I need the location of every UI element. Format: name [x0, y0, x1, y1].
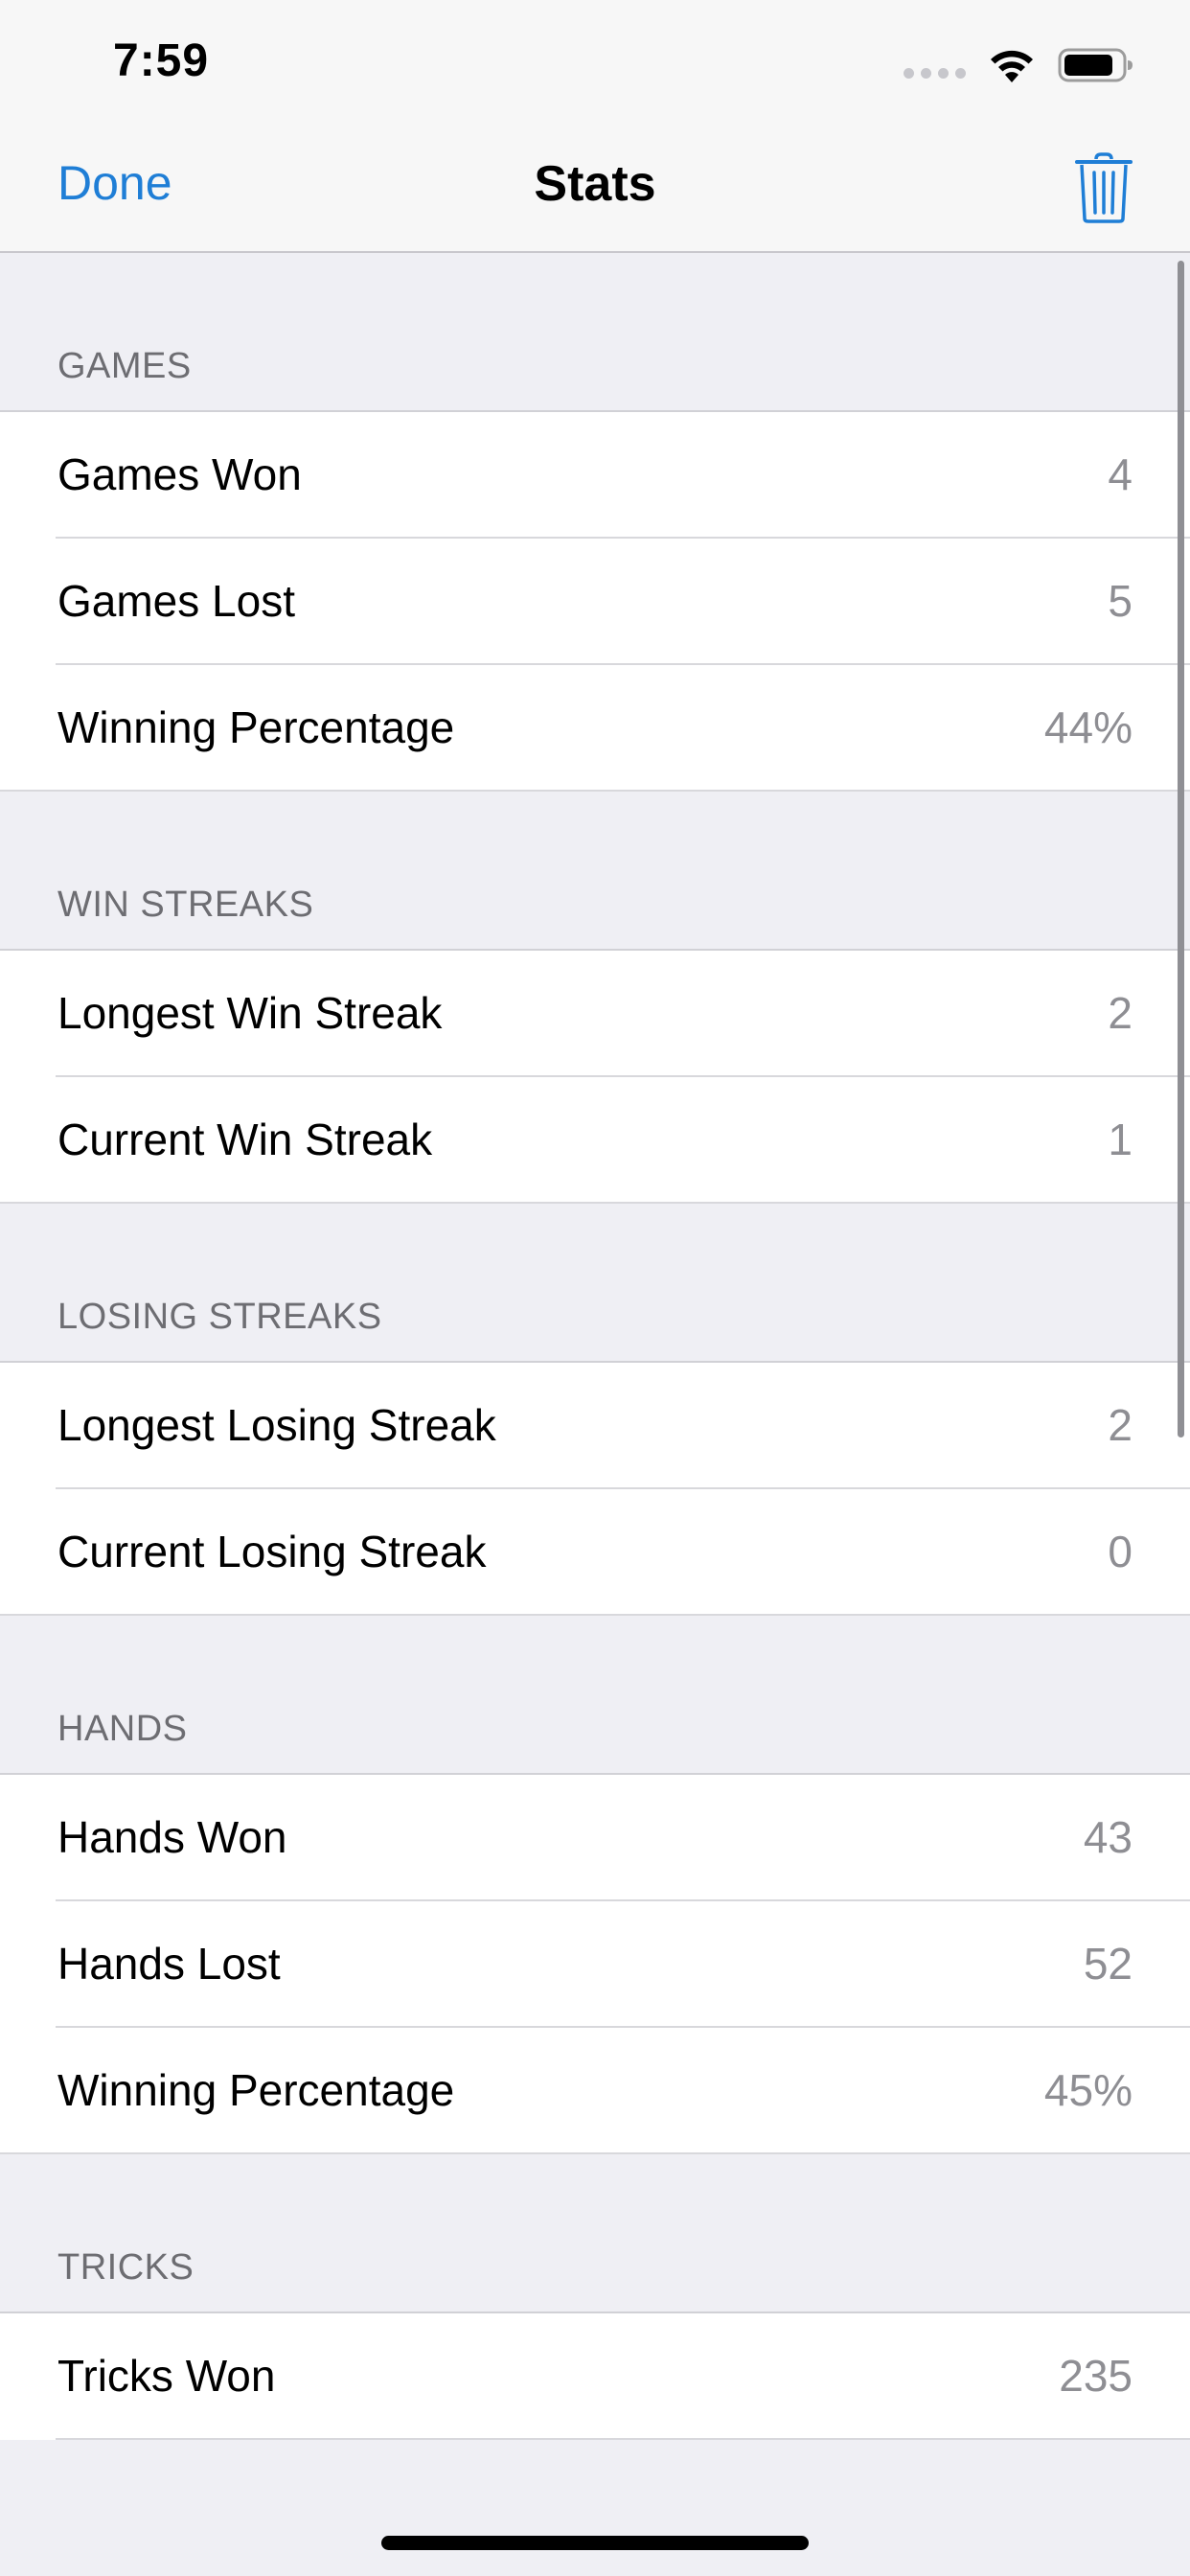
stat-row-tricks-won: Tricks Won 235: [0, 2313, 1190, 2440]
section-games: GAMES Games Won 4 Games Lost 5 Winning P…: [0, 253, 1190, 792]
stats-table[interactable]: GAMES Games Won 4 Games Lost 5 Winning P…: [0, 253, 1190, 2440]
section-header: TRICKS: [0, 2154, 1190, 2313]
section-header: WIN STREAKS: [0, 792, 1190, 951]
section-hands: HANDS Hands Won 43 Hands Lost 52 Winning…: [0, 1616, 1190, 2154]
stat-value: 43: [1083, 1812, 1133, 1862]
stat-title: Current Losing Streak: [57, 1527, 487, 1576]
stat-title: Current Win Streak: [57, 1115, 433, 1164]
section-header-label: GAMES: [57, 346, 192, 386]
stat-title: Tricks Won: [57, 2351, 276, 2401]
stat-row-current-losing-streak: Current Losing Streak 0: [0, 1489, 1190, 1616]
status-indicators: [904, 42, 1134, 88]
stat-value: 2: [1108, 1400, 1133, 1450]
stat-title: Longest Win Streak: [57, 988, 443, 1038]
section-header-label: HANDS: [57, 1709, 188, 1749]
section-header-label: LOSING STREAKS: [57, 1297, 382, 1337]
wifi-icon: [991, 50, 1033, 82]
navigation-bar: 7:59 Done Stats: [0, 0, 1190, 253]
stat-row-hands-lost: Hands Lost 52: [0, 1901, 1190, 2028]
section-header: HANDS: [0, 1616, 1190, 1775]
cellular-signal-icon: [904, 67, 966, 79]
stat-title: Games Won: [57, 449, 302, 499]
stat-row-longest-losing-streak: Longest Losing Streak 2: [0, 1363, 1190, 1489]
stat-value: 0: [1108, 1527, 1133, 1576]
stat-value: 4: [1108, 449, 1133, 499]
section-header: LOSING STREAKS: [0, 1204, 1190, 1363]
stat-title: Winning Percentage: [57, 2065, 455, 2115]
section-header: GAMES: [0, 253, 1190, 412]
stat-title: Games Lost: [57, 576, 295, 626]
stat-value: 2: [1108, 988, 1133, 1038]
stat-title: Hands Lost: [57, 1939, 281, 1989]
section-header-label: TRICKS: [57, 2247, 195, 2288]
stat-title: Longest Losing Streak: [57, 1400, 496, 1450]
stat-value: 52: [1083, 1939, 1133, 1989]
stat-value: 45%: [1043, 2065, 1133, 2115]
row-separator: [56, 2438, 1190, 2440]
battery-icon: [1058, 48, 1133, 82]
status-time: 7:59: [113, 35, 210, 86]
section-win-streaks: WIN STREAKS Longest Win Streak 2 Current…: [0, 792, 1190, 1204]
stat-title: Winning Percentage: [57, 702, 455, 752]
stat-row-games-won: Games Won 4: [0, 412, 1190, 539]
stat-value: 1: [1108, 1115, 1133, 1164]
stat-value: 44%: [1043, 702, 1133, 752]
stat-title: Hands Won: [57, 1812, 287, 1862]
section-header-label: WIN STREAKS: [57, 885, 314, 925]
stat-row-games-lost: Games Lost 5: [0, 539, 1190, 665]
scroll-indicator[interactable]: [1178, 261, 1184, 1438]
trash-icon[interactable]: [1075, 151, 1133, 224]
stat-value: 5: [1108, 576, 1133, 626]
home-indicator[interactable]: [381, 2536, 809, 2550]
section-losing-streaks: LOSING STREAKS Longest Losing Streak 2 C…: [0, 1204, 1190, 1616]
stat-row-current-win-streak: Current Win Streak 1: [0, 1077, 1190, 1204]
stat-value: 235: [1059, 2351, 1133, 2401]
stat-row-hands-won: Hands Won 43: [0, 1775, 1190, 1901]
section-tricks: TRICKS Tricks Won 235: [0, 2154, 1190, 2440]
page-title: Stats: [534, 156, 656, 212]
stat-row-games-winning-percentage: Winning Percentage 44%: [0, 665, 1190, 792]
stat-row-longest-win-streak: Longest Win Streak 2: [0, 951, 1190, 1077]
stat-row-hands-winning-percentage: Winning Percentage 45%: [0, 2028, 1190, 2154]
